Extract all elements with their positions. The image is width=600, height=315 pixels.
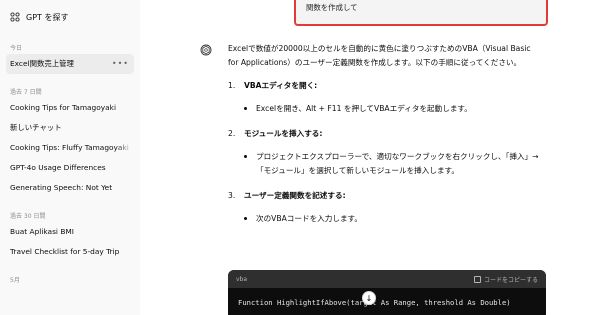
assistant-intro: Excelで数値が20000以上のセルを自動的に黄色に塗りつぶすためのVBA（V… xyxy=(228,44,531,67)
chat-item-label: Cooking Tips for Tamagoyaki xyxy=(10,103,117,112)
chat-main: 関数を作成して Excelで数値が20000以上のセルを自動的に黄色に塗りつぶす… xyxy=(140,0,600,315)
user-message-text: 関数を作成して xyxy=(306,3,358,12)
copy-icon xyxy=(473,275,481,283)
chat-item-label: Generating Speech: Not Yet xyxy=(10,183,113,192)
copy-code-button[interactable]: コードをコピーする xyxy=(473,275,538,284)
section-label-30days: 過去 30 日間 xyxy=(10,213,46,220)
step-1-bullet: Excelを開き、Alt + F11 を押してVBAエディタを起動します。 xyxy=(228,102,543,116)
chat-item-label: Excel関数売上管理 xyxy=(10,59,74,68)
chat-item-excel[interactable]: Excel関数売上管理 ••• xyxy=(6,54,134,74)
chat-item-speech[interactable]: Generating Speech: Not Yet xyxy=(6,178,134,198)
arrow-down-icon: ↓ xyxy=(365,293,373,303)
chat-item-label: GPT-4o Usage Differences xyxy=(10,163,106,172)
step-3-title: 3. ユーザー定義関数を記述する: xyxy=(228,191,346,200)
openai-logo-icon xyxy=(200,44,212,56)
step-3-bullet: 次のVBAコードを入力します。 xyxy=(228,212,543,226)
code-language-label: vba xyxy=(236,275,248,283)
grid-icon xyxy=(10,12,20,22)
assistant-message: Excelで数値が20000以上のセルを自動的に黄色に塗りつぶすためのVBA（V… xyxy=(228,42,543,236)
step-2-title: 2. モジュールを挿入する: xyxy=(228,129,323,138)
code-line: Function HighlightIfAbove(target As Rang… xyxy=(238,298,511,307)
chat-item-label: Travel Checklist for 5-day Trip xyxy=(10,247,120,256)
section-label-today: 今日 xyxy=(10,45,23,52)
chat-item-cooking-tips[interactable]: Cooking Tips for Tamagoyaki xyxy=(6,98,134,118)
chat-item-label: Cooking Tips: Fluffy Tamagoyaki xyxy=(10,143,129,152)
copy-code-label: コードをコピーする xyxy=(483,276,538,284)
chat-item-bmi[interactable]: Buat Aplikasi BMI xyxy=(6,222,134,242)
chat-item-travel[interactable]: Travel Checklist for 5-day Trip xyxy=(6,242,134,262)
user-message-bubble: 関数を作成して xyxy=(294,0,548,26)
step-2-bullet: プロジェクトエクスプローラーで、適切なワークブックを右クリックし、「挿入」→「モ… xyxy=(228,150,543,178)
step-1-title: 1. VBAエディタを開く: xyxy=(228,81,318,90)
gpt-search-label: GPT を探す xyxy=(26,12,69,22)
sidebar: GPT を探す 今日 Excel関数売上管理 ••• 過去 7 日間 Cooki… xyxy=(0,0,140,315)
chat-item-fluffy-tamagoyaki[interactable]: Cooking Tips: Fluffy Tamagoyaki xyxy=(6,138,134,158)
scroll-down-button[interactable]: ↓ xyxy=(362,291,376,305)
code-header: vba コードをコピーする xyxy=(228,270,546,288)
section-label-7days: 過去 7 日間 xyxy=(10,89,42,96)
gpt-search-button[interactable]: GPT を探す xyxy=(6,0,134,34)
chat-item-gpt4o[interactable]: GPT-4o Usage Differences xyxy=(6,158,134,178)
code-block: vba コードをコピーする Function HighlightIfAbove(… xyxy=(228,270,546,315)
chat-item-label: 新しいチャット xyxy=(10,123,62,132)
ellipsis-icon[interactable]: ••• xyxy=(112,54,129,74)
section-label-may: 5月 xyxy=(10,277,20,284)
chat-item-new-chat[interactable]: 新しいチャット xyxy=(6,118,134,138)
chat-item-label: Buat Aplikasi BMI xyxy=(10,227,74,236)
